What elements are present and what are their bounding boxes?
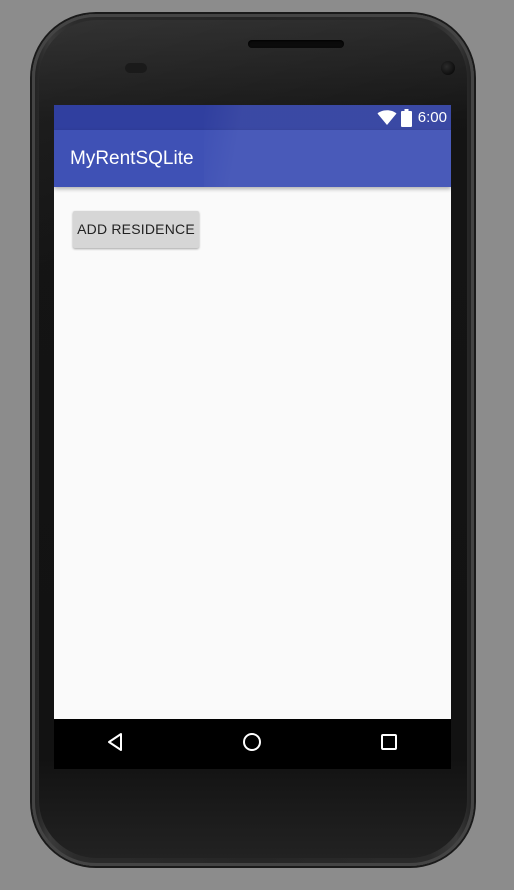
status-icons: 6:00 xyxy=(377,105,447,130)
back-button[interactable] xyxy=(86,719,146,769)
earpiece-speaker xyxy=(248,40,344,48)
front-camera xyxy=(441,61,455,75)
wifi-icon xyxy=(377,109,397,126)
app-bar: MyRentSQLite xyxy=(54,130,451,187)
status-clock: 6:00 xyxy=(417,109,447,126)
battery-icon xyxy=(400,108,412,127)
recents-icon xyxy=(380,733,398,756)
home-button[interactable] xyxy=(222,719,282,769)
navigation-bar xyxy=(54,719,451,769)
back-icon xyxy=(106,732,126,757)
add-residence-button[interactable]: ADD RESIDENCE xyxy=(73,211,199,248)
app-title: MyRentSQLite xyxy=(70,148,194,169)
device-screen: 6:00 MyRentSQLite ADD RESIDENCE xyxy=(54,105,451,769)
proximity-sensor xyxy=(125,63,147,73)
home-icon xyxy=(242,732,262,757)
status-bar: 6:00 xyxy=(54,105,451,130)
recents-button[interactable] xyxy=(359,719,419,769)
